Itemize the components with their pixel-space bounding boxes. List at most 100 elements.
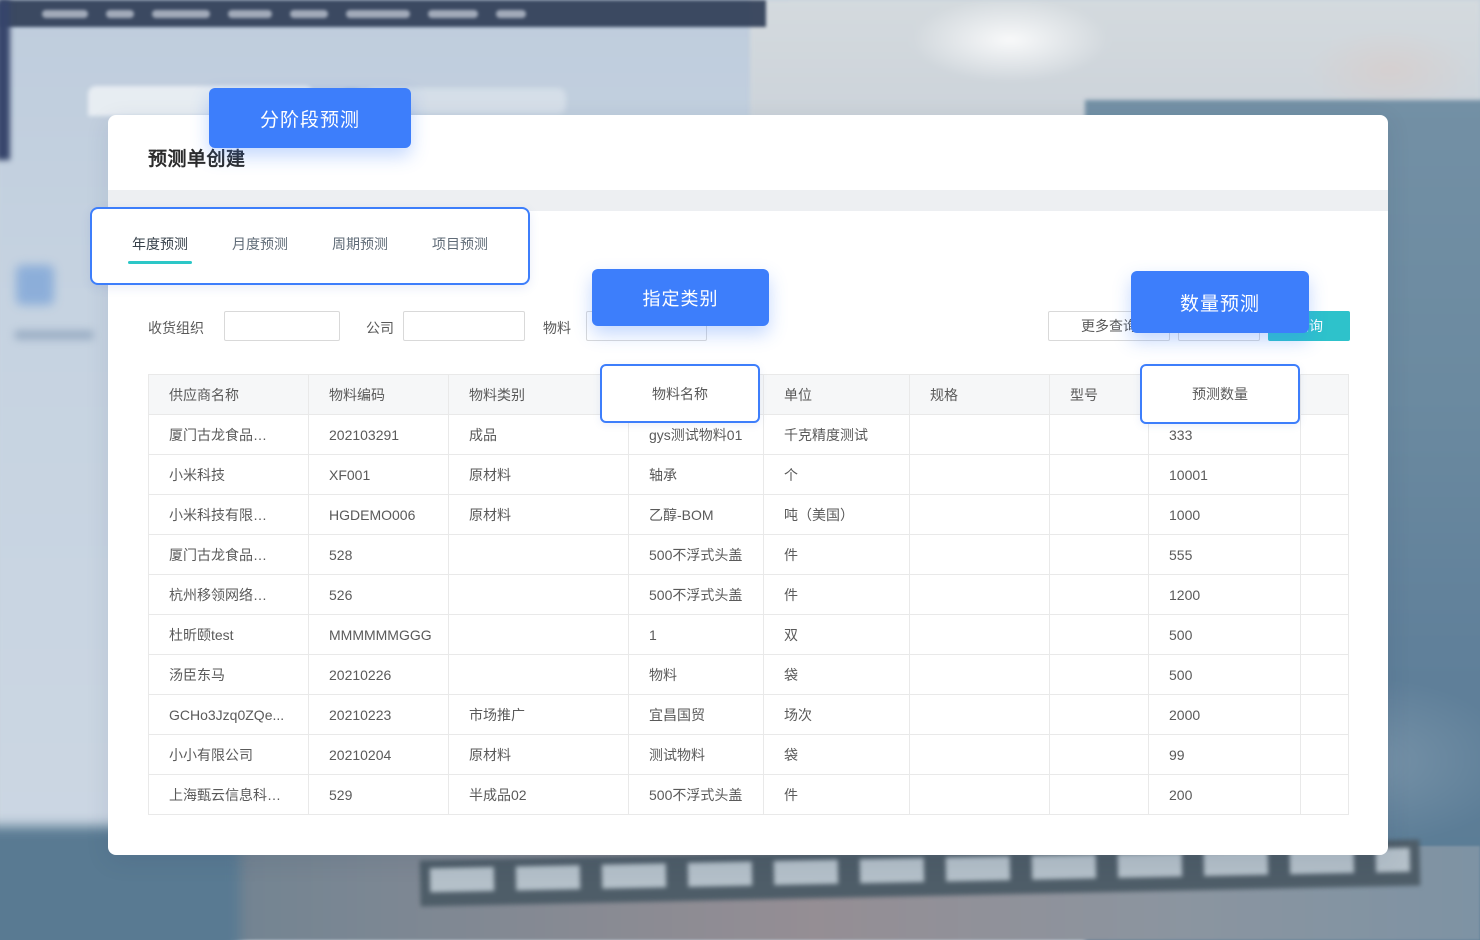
table-row[interactable]: 小小有限公司20210204原材料测试物料袋 99 <box>149 735 1349 775</box>
table-cell-7-2: 市场推广 <box>449 695 629 735</box>
company-label: 公司 <box>366 318 394 338</box>
table-cell-4-4: 件 <box>764 575 910 615</box>
table-row[interactable]: GCHo3Jzq0ZQe...20210223市场推广宜昌国贸场次2000 <box>149 695 1349 735</box>
table-cell-4-2 <box>449 575 629 615</box>
bg-doc-blob <box>16 265 54 305</box>
table-cell-7-6 <box>1050 695 1149 735</box>
table-cell-4-1: 526 <box>309 575 449 615</box>
table-cell-8-7: 99 <box>1149 735 1301 775</box>
table-cell-8-3: 测试物料 <box>629 735 764 775</box>
table-cell-5-8 <box>1301 615 1349 655</box>
tab-3[interactable]: 项目预测 <box>428 228 492 264</box>
tab-highlight-box: 年度预测月度预测周期预测项目预测 <box>90 207 530 285</box>
table-cell-6-0: 汤臣东马 <box>149 655 309 695</box>
table-cell-2-6 <box>1050 495 1149 535</box>
callout-phase-forecast: 分阶段预测 <box>209 88 411 148</box>
table-cell-8-2: 原材料 <box>449 735 629 775</box>
table-cell-2-5 <box>910 495 1050 535</box>
table-cell-6-5 <box>910 655 1050 695</box>
table-cell-5-2 <box>449 615 629 655</box>
receiving-org-input[interactable] <box>224 311 340 341</box>
table-cell-0-1: 202103291 <box>309 415 449 455</box>
table-cell-4-6 <box>1050 575 1149 615</box>
table-cell-8-5 <box>910 735 1050 775</box>
table-cell-1-5 <box>910 455 1050 495</box>
material-label: 物料 <box>543 318 571 338</box>
table-cell-6-1: 20210226 <box>309 655 449 695</box>
table-cell-7-3: 宜昌国贸 <box>629 695 764 735</box>
table-cell-2-2: 原材料 <box>449 495 629 535</box>
table-cell-1-2: 原材料 <box>449 455 629 495</box>
table-cell-5-7: 500 <box>1149 615 1301 655</box>
table-cell-6-3: 物料 <box>629 655 764 695</box>
table-cell-1-7: 10001 <box>1149 455 1301 495</box>
table-cell-8-6 <box>1050 735 1149 775</box>
table-cell-3-3: 500不浮式头盖 <box>629 535 764 575</box>
table-cell-4-7: 1200 <box>1149 575 1301 615</box>
table-row[interactable]: 杜昕颐testMMMMMMGGG1双500 <box>149 615 1349 655</box>
table-cell-2-4: 吨（美国） <box>764 495 910 535</box>
company-input[interactable] <box>403 311 525 341</box>
column-header-8 <box>1301 375 1349 415</box>
highlight-box-forecast-qty: 预测数量 <box>1140 364 1300 424</box>
table-cell-9-1: 529 <box>309 775 449 815</box>
callout-quantity-forecast: 数量预测 <box>1131 271 1309 333</box>
table-cell-6-4: 袋 <box>764 655 910 695</box>
table-cell-5-0: 杜昕颐test <box>149 615 309 655</box>
table-row[interactable]: 小米科技XF001原材料轴承个10001 <box>149 455 1349 495</box>
column-header-5: 规格 <box>910 375 1050 415</box>
table-cell-6-7: 500 <box>1149 655 1301 695</box>
table-row[interactable]: 小米科技有限…HGDEMO006原材料乙醇-BOM吨（美国）1000 <box>149 495 1349 535</box>
tab-2[interactable]: 周期预测 <box>328 228 392 264</box>
table-cell-0-8 <box>1301 415 1349 455</box>
table-cell-8-0: 小小有限公司 <box>149 735 309 775</box>
table-cell-7-8 <box>1301 695 1349 735</box>
tab-0[interactable]: 年度预测 <box>128 228 192 264</box>
table-cell-0-4: 千克精度测试 <box>764 415 910 455</box>
table-cell-7-0: GCHo3Jzq0ZQe... <box>149 695 309 735</box>
table-cell-9-7: 200 <box>1149 775 1301 815</box>
table-cell-0-0: 厦门古龙食品… <box>149 415 309 455</box>
table-cell-6-2 <box>449 655 629 695</box>
callout-specify-category: 指定类别 <box>592 269 769 326</box>
table-cell-7-1: 20210223 <box>309 695 449 735</box>
table-row[interactable]: 杭州移领网络…526 500不浮式头盖件 1200 <box>149 575 1349 615</box>
table-cell-8-1: 20210204 <box>309 735 449 775</box>
table-cell-5-6 <box>1050 615 1149 655</box>
table-row[interactable]: 上海甄云信息科…529半成品02500不浮式头盖件200 <box>149 775 1349 815</box>
table-cell-9-4: 件 <box>764 775 910 815</box>
table-cell-1-4: 个 <box>764 455 910 495</box>
bg-doc-line <box>14 330 94 340</box>
table-cell-4-5 <box>910 575 1050 615</box>
table-cell-9-8 <box>1301 775 1349 815</box>
table-cell-3-5 <box>910 535 1050 575</box>
table-cell-3-7: 555 <box>1149 535 1301 575</box>
table-cell-4-0: 杭州移领网络… <box>149 575 309 615</box>
bg-screen-edge <box>0 0 10 160</box>
table-cell-6-6 <box>1050 655 1149 695</box>
table-cell-5-1: MMMMMMGGG <box>309 615 449 655</box>
table-row[interactable]: 汤臣东马20210226 物料袋 500 <box>149 655 1349 695</box>
table-cell-2-0: 小米科技有限… <box>149 495 309 535</box>
table-cell-3-0: 厦门古龙食品… <box>149 535 309 575</box>
table-cell-4-8 <box>1301 575 1349 615</box>
tab-1[interactable]: 月度预测 <box>228 228 292 264</box>
table-cell-9-2: 半成品02 <box>449 775 629 815</box>
table-cell-8-4: 袋 <box>764 735 910 775</box>
table-cell-1-1: XF001 <box>309 455 449 495</box>
table-cell-2-7: 1000 <box>1149 495 1301 535</box>
table-cell-1-3: 轴承 <box>629 455 764 495</box>
bg-browser-menubar <box>0 0 766 27</box>
table-cell-2-3: 乙醇-BOM <box>629 495 764 535</box>
table-cell-4-3: 500不浮式头盖 <box>629 575 764 615</box>
table-cell-3-8 <box>1301 535 1349 575</box>
table-cell-1-8 <box>1301 455 1349 495</box>
table-cell-6-8 <box>1301 655 1349 695</box>
table-cell-9-0: 上海甄云信息科… <box>149 775 309 815</box>
table-row[interactable]: 厦门古龙食品…528500不浮式头盖件555 <box>149 535 1349 575</box>
table-cell-3-4: 件 <box>764 535 910 575</box>
table-cell-1-6 <box>1050 455 1149 495</box>
table-cell-2-8 <box>1301 495 1349 535</box>
receiving-org-label: 收货组织 <box>148 318 204 338</box>
table-cell-9-5 <box>910 775 1050 815</box>
